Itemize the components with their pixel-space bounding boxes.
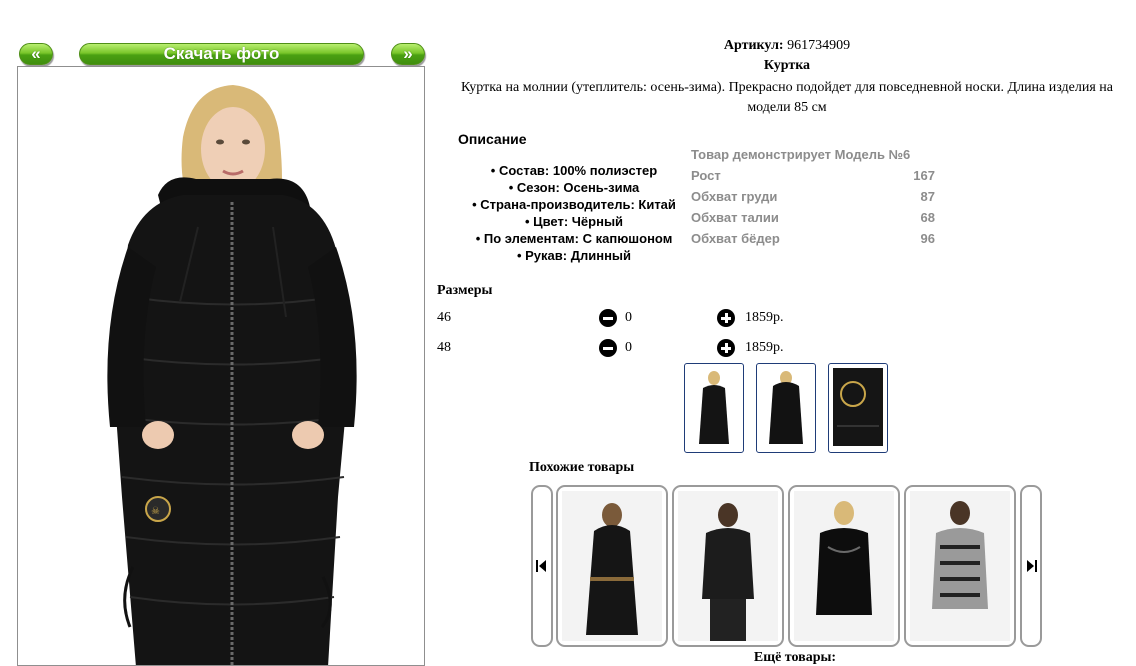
photo-thumbnail[interactable]: [828, 363, 888, 453]
photo-thumbnail[interactable]: [684, 363, 744, 453]
size-value: 48: [437, 340, 451, 355]
spec-item: • Состав: 100% полиэстер: [490, 163, 658, 178]
similar-product-card[interactable]: [672, 485, 784, 647]
model-heading: Товар демонстрирует Модель №6: [691, 147, 911, 162]
thumbnail-image: [769, 371, 803, 444]
spec-item: • Цвет: Чёрный: [524, 214, 624, 229]
spec-item: • Рукав: Длинный: [516, 248, 632, 263]
spec-item: • Сезон: Осень-зима: [508, 180, 640, 195]
similar-prev-button[interactable]: [531, 485, 553, 647]
sizes-heading: Размеры: [437, 283, 493, 298]
similar-product-image: [794, 491, 894, 641]
prev-photo-button[interactable]: «: [19, 43, 53, 65]
similar-next-button[interactable]: [1020, 485, 1042, 647]
skip-back-icon: [536, 560, 546, 572]
plus-icon[interactable]: [717, 339, 735, 357]
quantity-value: 0: [625, 340, 632, 355]
thumbnail-image: [833, 368, 883, 446]
size-row: 46 0 1859р.: [437, 309, 797, 332]
model-row-value: 167: [913, 168, 935, 183]
sku-value: 961734909: [787, 38, 851, 53]
size-value: 46: [437, 310, 451, 325]
similar-product-card[interactable]: [556, 485, 668, 647]
price-value: 1859р.: [745, 310, 784, 325]
model-in-jacket-image: ☠: [107, 85, 357, 665]
similar-product-card[interactable]: [788, 485, 900, 647]
spec-item: • Страна-производитель: Китай: [472, 197, 676, 212]
model-row-label: Рост: [691, 168, 721, 183]
price-value: 1859р.: [745, 340, 784, 355]
similar-product-image: [910, 491, 1010, 641]
spec-item: • По элементам: С капюшоном: [475, 231, 673, 246]
model-row: Обхват талии 68: [691, 210, 935, 230]
model-row-value: 68: [920, 210, 935, 225]
minus-icon[interactable]: [599, 339, 617, 357]
minus-icon[interactable]: [599, 309, 617, 327]
similar-product-image: [678, 491, 778, 641]
specs-list: • Состав: 100% полиэстер • Сезон: Осень-…: [452, 162, 696, 264]
product-name: Куртка: [763, 58, 811, 73]
similar-heading: Похожие товары: [529, 460, 635, 475]
model-row: Обхват бёдер 96: [691, 231, 935, 251]
quantity-value: 0: [625, 310, 632, 325]
plus-icon[interactable]: [717, 309, 735, 327]
skip-forward-icon: [1027, 560, 1037, 572]
specs-heading: Описание: [458, 131, 527, 147]
main-product-photo[interactable]: ☠: [17, 66, 425, 666]
more-products-label: Ещё товары:: [753, 650, 837, 665]
thumbnail-image: [699, 371, 729, 444]
model-row: Рост 167: [691, 168, 935, 188]
similar-product-card[interactable]: [904, 485, 1016, 647]
model-row-value: 87: [920, 189, 935, 204]
model-row-label: Обхват талии: [691, 210, 779, 225]
size-row: 48 0 1859р.: [437, 339, 797, 362]
product-description: Куртка на молнии (утеплитель: осень-зима…: [461, 80, 1113, 115]
photo-thumbnail[interactable]: [756, 363, 816, 453]
sku-label: Артикул:: [723, 38, 784, 53]
next-photo-button[interactable]: »: [391, 43, 425, 65]
model-row-label: Обхват груди: [691, 189, 778, 204]
similar-product-image: [562, 491, 662, 641]
model-row-label: Обхват бёдер: [691, 231, 780, 246]
model-row: Обхват груди 87: [691, 189, 935, 209]
svg-text:☠: ☠: [151, 506, 160, 517]
model-row-value: 96: [920, 231, 935, 246]
download-photo-button[interactable]: Скачать фото: [79, 43, 364, 65]
